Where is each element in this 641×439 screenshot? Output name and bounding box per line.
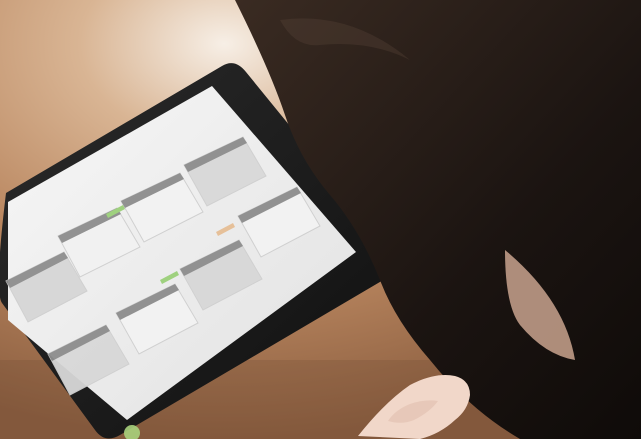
scene-background: [0, 0, 641, 439]
photo: [0, 0, 641, 439]
